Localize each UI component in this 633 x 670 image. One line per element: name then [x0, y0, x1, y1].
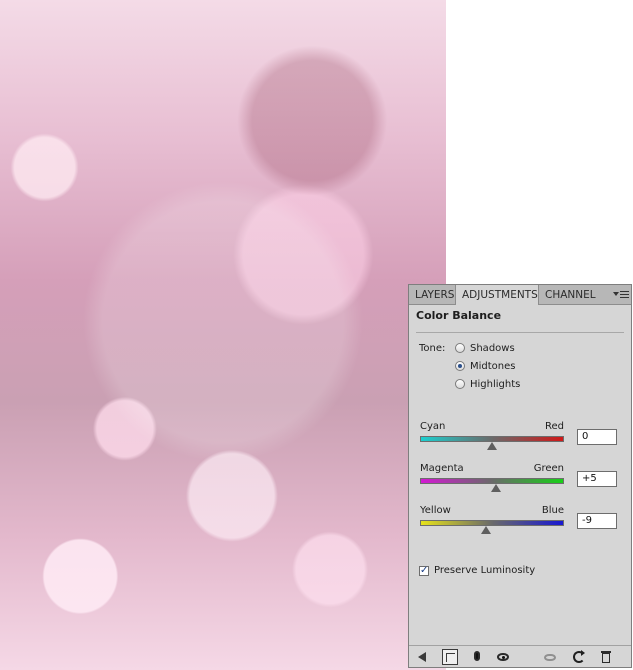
radio-highlights[interactable] — [455, 379, 465, 389]
slider-label-left: Cyan — [420, 421, 446, 432]
chevron-down-icon — [613, 292, 619, 296]
tab-channels[interactable]: CHANNEL — [539, 285, 617, 305]
preserve-luminosity-checkbox[interactable] — [419, 565, 429, 576]
slider-thumb[interactable] — [491, 484, 501, 492]
tab-adjustments[interactable]: ADJUSTMENTS — [455, 285, 539, 305]
slider-label-left: Yellow — [420, 505, 451, 516]
reset-arrowhead-icon — [581, 650, 585, 656]
trash-icon[interactable] — [598, 649, 614, 665]
cyan-red-value-input[interactable]: 0 — [577, 429, 617, 445]
tone-option-label: Midtones — [470, 360, 516, 372]
preserve-luminosity-label: Preserve Luminosity — [434, 565, 536, 576]
reset-icon[interactable] — [571, 649, 587, 665]
trash-can-icon — [602, 653, 610, 663]
eye-shape-icon — [544, 654, 556, 661]
tab-layers[interactable]: LAYERS — [409, 285, 457, 305]
eye-shape-icon — [497, 653, 509, 661]
slider-thumb[interactable] — [481, 526, 491, 534]
photo-canvas — [0, 0, 446, 670]
adjustments-panel: LAYERS ADJUSTMENTS CHANNEL Color Balance… — [408, 284, 632, 668]
clip-shape-icon — [474, 651, 480, 661]
slider-label-right: Green — [533, 463, 564, 474]
radio-shadows[interactable] — [455, 343, 465, 353]
panel-tabbar: LAYERS ADJUSTMENTS CHANNEL — [409, 285, 631, 305]
tone-label: Tone: — [419, 343, 446, 354]
tone-option-label: Highlights — [470, 378, 521, 390]
tone-option-label: Shadows — [470, 342, 515, 354]
radio-midtones[interactable] — [455, 361, 465, 371]
clip-to-layer-icon[interactable] — [469, 649, 485, 665]
tone-option-midtones[interactable]: Midtones — [455, 359, 516, 373]
tone-option-highlights[interactable]: Highlights — [455, 377, 520, 391]
slider-label-right: Blue — [541, 505, 564, 516]
panel-menu-icon[interactable] — [613, 288, 629, 302]
magenta-green-value-input[interactable]: +5 — [577, 471, 617, 487]
yellow-blue-value-input[interactable]: -9 — [577, 513, 617, 529]
tone-option-shadows[interactable]: Shadows — [455, 341, 515, 355]
arrow-corner-icon — [446, 653, 455, 662]
preserve-luminosity[interactable]: Preserve Luminosity — [419, 565, 535, 576]
menu-lines-icon — [620, 291, 629, 299]
visibility-eye-icon[interactable] — [495, 649, 511, 665]
divider — [416, 332, 624, 333]
triangle-left-icon — [418, 652, 426, 662]
back-arrow-icon[interactable] — [415, 649, 431, 665]
view-previous-state-icon[interactable] — [543, 649, 559, 665]
slider-label-right: Red — [545, 421, 564, 432]
panel-footer — [409, 645, 631, 667]
expand-view-icon[interactable] — [442, 649, 458, 665]
slider-track[interactable] — [420, 520, 564, 526]
panel-title: Color Balance — [416, 309, 502, 322]
slider-thumb[interactable] — [487, 442, 497, 450]
slider-label-left: Magenta — [420, 463, 464, 474]
